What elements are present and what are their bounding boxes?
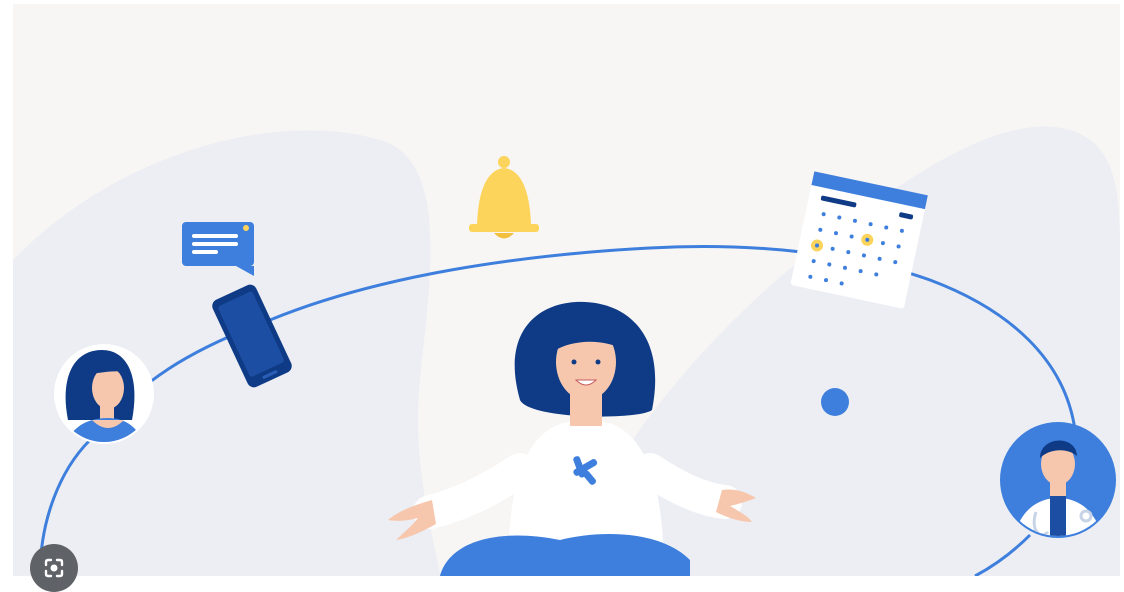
illustration-frame xyxy=(13,4,1120,576)
scene-illustration xyxy=(13,126,1120,576)
bell-icon xyxy=(469,156,539,239)
lens-camera-button[interactable] xyxy=(30,544,78,592)
calendar-icon xyxy=(790,171,928,309)
blue-dot xyxy=(821,388,849,416)
